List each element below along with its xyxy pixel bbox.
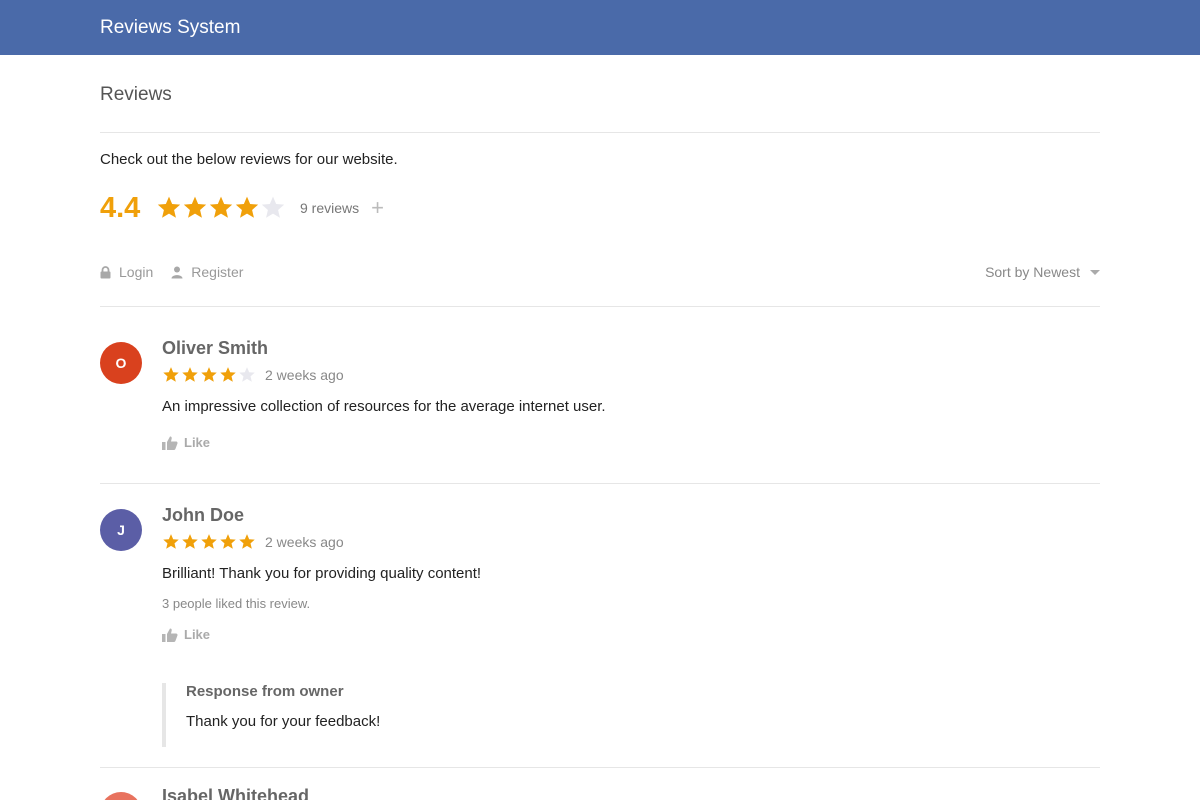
sort-dropdown[interactable]: Sort by Newest: [985, 264, 1100, 280]
star-icon: [261, 196, 285, 218]
star-icon: [201, 367, 217, 382]
star-icon: [157, 196, 181, 218]
star-icon: [220, 534, 236, 549]
like-button[interactable]: Like: [162, 627, 1092, 642]
avatar: O: [100, 342, 142, 384]
plus-icon[interactable]: +: [371, 197, 384, 219]
review-item: Isabel Whitehead: [100, 786, 1100, 800]
star-icon: [183, 196, 207, 218]
owner-response: Response from owner Thank you for your f…: [162, 683, 380, 747]
star-icon: [163, 534, 179, 549]
review-stars: [162, 533, 257, 551]
reviewer-name: Isabel Whitehead: [162, 786, 310, 800]
star-icon: [235, 196, 259, 218]
star-icon: [209, 196, 233, 218]
review-stars: [162, 366, 257, 384]
star-icon: [239, 367, 255, 382]
auth-links: Login Register: [100, 264, 261, 280]
avatar: J: [100, 509, 142, 551]
response-text: Thank you for your feedback!: [186, 713, 381, 730]
review-date: 2 weeks ago: [265, 367, 344, 383]
top-navbar: Reviews System: [0, 0, 1200, 55]
likes-count: 3 people liked this review.: [162, 596, 311, 611]
divider: [100, 306, 1100, 307]
review-text: An impressive collection of resources fo…: [162, 398, 606, 415]
like-label: Like: [184, 435, 211, 450]
intro-text: Check out the below reviews for our webs…: [100, 151, 398, 168]
app-title[interactable]: Reviews System: [100, 17, 240, 39]
thumbs-up-icon: [162, 628, 178, 642]
reviewer-name: Oliver Smith: [162, 338, 269, 358]
thumbs-up-icon: [162, 436, 178, 450]
like-label: Like: [184, 627, 211, 642]
login-link[interactable]: Login: [100, 264, 153, 280]
like-button[interactable]: Like: [162, 435, 1092, 450]
divider: [100, 483, 1100, 484]
star-icon: [239, 534, 255, 549]
overall-rating: 4.4 9 reviews +: [100, 190, 384, 226]
divider: [100, 767, 1100, 768]
review-date: 2 weeks ago: [265, 534, 344, 550]
star-icon: [182, 534, 198, 549]
register-label: Register: [191, 264, 244, 280]
overall-score: 4.4: [100, 191, 141, 224]
sort-label: Sort by Newest: [985, 264, 1080, 280]
page-title: Reviews: [100, 84, 172, 105]
response-title: Response from owner: [186, 683, 344, 700]
review-text: Brilliant! Thank you for providing quali…: [162, 565, 482, 582]
divider: [100, 132, 1100, 133]
avatar: [100, 792, 142, 800]
chevron-down-icon: [1090, 269, 1100, 275]
reviewer-name: John Doe: [162, 505, 245, 525]
lock-icon: [100, 265, 111, 278]
star-icon: [182, 367, 198, 382]
overall-stars: [156, 195, 286, 221]
review-item: J John Doe 2 weeks ago Brilliant! Thank …: [100, 505, 1100, 765]
login-label: Login: [119, 264, 154, 280]
star-icon: [163, 367, 179, 382]
star-icon: [220, 367, 236, 382]
register-link[interactable]: Register: [171, 264, 243, 280]
review-item: O Oliver Smith 2 weeks ago An impressive…: [100, 338, 1100, 468]
star-icon: [201, 534, 217, 549]
review-count: 9 reviews: [300, 200, 360, 216]
user-icon: [171, 266, 183, 278]
